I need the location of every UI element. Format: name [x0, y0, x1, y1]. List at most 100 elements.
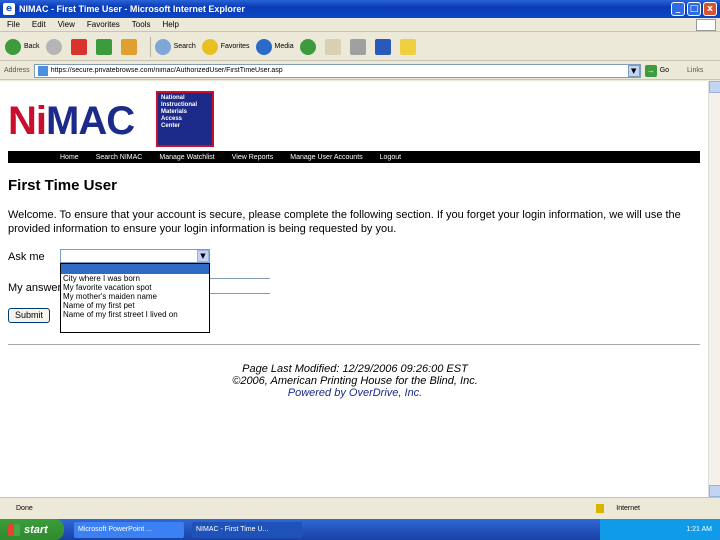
windows-logo-icon [696, 18, 716, 31]
refresh-icon [95, 38, 112, 55]
security-zone: Internet [616, 505, 640, 512]
last-modified: Page Last Modified: 12/29/2006 09:26:00 … [242, 363, 468, 375]
refresh-button[interactable] [95, 38, 115, 55]
edit-word-button[interactable] [374, 38, 394, 55]
dropdown-option[interactable]: My favorite vacation spot [61, 283, 209, 292]
word-icon [374, 38, 391, 55]
system-tray: 1:21 AM [600, 519, 720, 540]
ask-me-label: Ask me [8, 251, 45, 263]
dropdown-option[interactable]: Name of my first pet [61, 301, 209, 310]
site-nav: Home Search NIMAC Manage Watchlist View … [8, 151, 700, 163]
lock-icon [596, 504, 605, 513]
menu-edit[interactable]: Edit [32, 20, 46, 29]
dropdown-option[interactable]: City where I was born [61, 274, 209, 283]
search-button[interactable]: Search [154, 38, 196, 55]
logo-tagline: National Instructional Materials Access … [156, 91, 214, 147]
menu-tools[interactable]: Tools [132, 20, 151, 29]
go-label: Go [659, 67, 670, 74]
forward-arrow-icon [45, 38, 62, 55]
media-icon [255, 38, 272, 55]
page-icon [37, 65, 48, 76]
menu-bar: File Edit View Favorites Tools Help [0, 18, 720, 32]
search-icon [154, 38, 171, 55]
messenger-button[interactable] [399, 38, 419, 55]
media-label: Media [274, 43, 294, 50]
logo-line: Center [161, 123, 181, 129]
answer-field-edge [210, 278, 270, 279]
nav-manage-user-accounts[interactable]: Manage User Accounts [290, 154, 362, 161]
answer-input[interactable] [210, 293, 270, 294]
go-arrow-icon: → [644, 64, 657, 77]
page-title: First Time User [8, 177, 117, 194]
chevron-down-icon[interactable]: ▼ [197, 250, 209, 262]
ie-icon: e [3, 3, 15, 15]
back-arrow-icon [5, 38, 21, 55]
nav-logout[interactable]: Logout [380, 154, 401, 161]
logo-line: National [161, 95, 185, 101]
dropdown-option[interactable]: My mother's maiden name [61, 292, 209, 301]
nav-home[interactable]: Home [60, 154, 79, 161]
home-icon [120, 38, 137, 55]
close-button[interactable]: x [703, 2, 717, 16]
windows-flag-icon [8, 523, 20, 536]
taskbar-item-powerpoint[interactable]: Microsoft PowerPoint ... [74, 521, 184, 538]
print-button[interactable] [349, 38, 369, 55]
menu-favorites[interactable]: Favorites [87, 20, 120, 29]
toolbar-separator [149, 36, 151, 57]
search-label: Search [173, 43, 196, 50]
start-button[interactable]: start [0, 519, 64, 540]
address-bar: Address https://secure.privatebrowse.com… [0, 62, 720, 80]
stop-button[interactable] [70, 38, 90, 55]
menu-help[interactable]: Help [162, 20, 178, 29]
copyright: ©2006, American Printing House for the B… [232, 375, 478, 387]
mail-button[interactable] [324, 38, 344, 55]
security-question-dropdown: City where I was born My favorite vacati… [60, 263, 210, 333]
logo-line: Instructional [161, 102, 198, 108]
minimize-button[interactable]: _ [671, 2, 685, 16]
star-icon [201, 38, 218, 55]
nimac-logo[interactable]: NiMAC National Instructional Materials A… [8, 91, 214, 149]
nav-search-nimac[interactable]: Search NIMAC [96, 154, 143, 161]
forward-button[interactable] [45, 38, 65, 55]
page-footer: Page Last Modified: 12/29/2006 09:26:00 … [120, 363, 590, 399]
home-button[interactable] [120, 38, 140, 55]
status-bar: Done Internet [0, 497, 720, 519]
vertical-scrollbar[interactable] [708, 81, 720, 497]
taskbar-item-ie[interactable]: NIMAC - First Time U... [192, 521, 302, 538]
go-button[interactable]: → Go [644, 64, 670, 77]
links-button[interactable]: Links [687, 67, 703, 74]
window-title: NIMAC - First Time User - Microsoft Inte… [19, 4, 245, 14]
toolbar: Back Search Favorites Media [0, 33, 720, 61]
media-button[interactable]: Media [255, 38, 294, 55]
favorites-label: Favorites [220, 43, 250, 50]
logo-line: Access [161, 116, 183, 122]
security-question-select[interactable]: ▼ [60, 249, 210, 263]
scroll-down-button[interactable] [709, 485, 720, 497]
menu-view[interactable]: View [58, 20, 75, 29]
nav-view-reports[interactable]: View Reports [232, 154, 274, 161]
address-dropdown-button[interactable]: ▼ [627, 64, 640, 77]
history-button[interactable] [299, 38, 319, 55]
favorites-button[interactable]: Favorites [201, 38, 250, 55]
address-input[interactable]: https://secure.privatebrowse.com/nimac/A… [33, 63, 641, 78]
menu-file[interactable]: File [7, 20, 20, 29]
maximize-button[interactable]: □ [687, 2, 701, 16]
dropdown-option[interactable]: Name of my first street I lived on [61, 310, 209, 319]
divider [8, 344, 700, 345]
back-button[interactable]: Back [5, 38, 40, 55]
window-controls: _ □ x [671, 2, 717, 16]
my-answer-label: My answer [8, 282, 62, 294]
stop-icon [70, 38, 87, 55]
submit-button[interactable]: Submit [8, 308, 50, 323]
title-bar: e NIMAC - First Time User - Microsoft In… [0, 0, 720, 18]
nav-manage-watchlist[interactable]: Manage Watchlist [159, 154, 214, 161]
logo-ni: Ni [8, 99, 47, 143]
scroll-up-button[interactable] [709, 81, 720, 93]
dropdown-highlight[interactable] [61, 264, 209, 274]
clock[interactable]: 1:21 AM [686, 526, 712, 533]
print-icon [349, 38, 366, 55]
address-label: Address [4, 67, 30, 74]
powered-by-link[interactable]: Powered by OverDrive, Inc. [120, 387, 590, 399]
address-url: https://secure.privatebrowse.com/nimac/A… [50, 67, 283, 74]
logo-wordmark: NiMAC [8, 94, 158, 149]
